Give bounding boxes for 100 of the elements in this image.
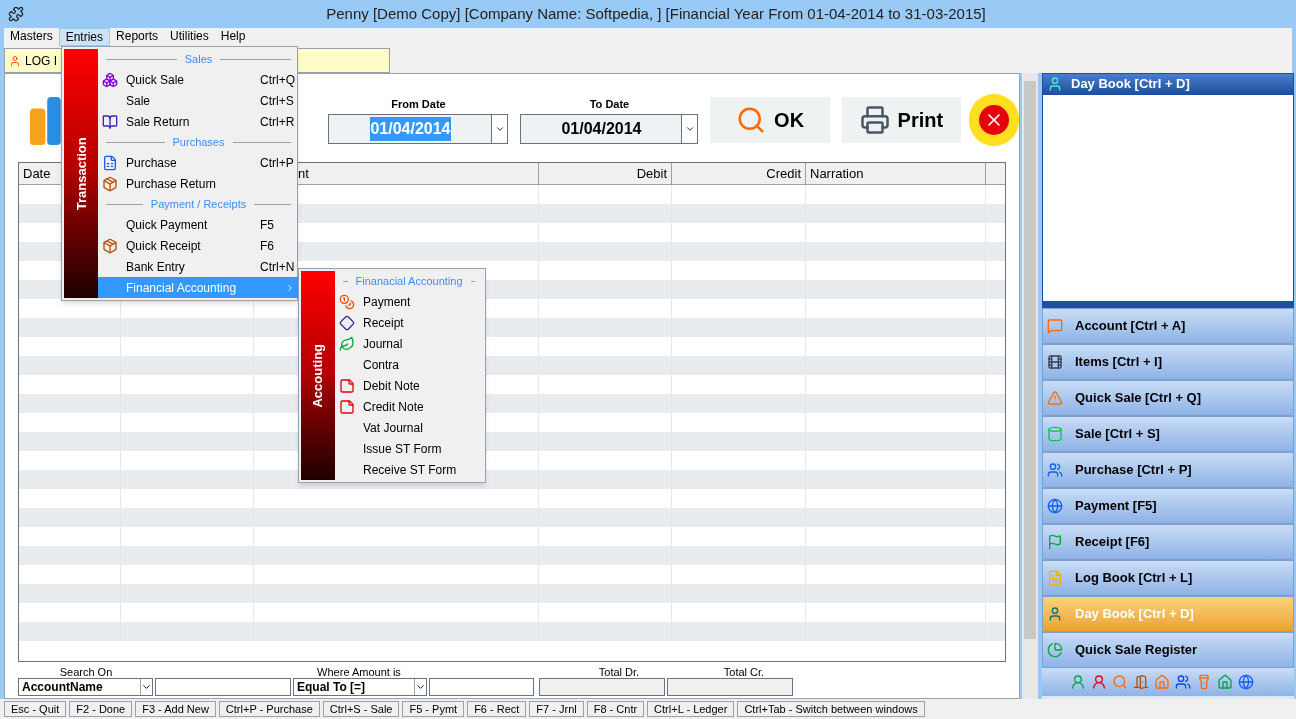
person-icon [1047, 606, 1063, 622]
status-bar-item: F2 - Done [69, 701, 133, 717]
status-bar-item: F3 - Add New [135, 701, 216, 717]
nav-button[interactable]: Quick Sale Register [1042, 632, 1294, 668]
date-value: 01/04/2014 [561, 119, 642, 140]
pie-chart-icon [1047, 642, 1063, 658]
tab[interactable]: LOG I [4, 48, 61, 73]
book-icon [102, 113, 118, 130]
menu-item[interactable]: Contra [335, 354, 483, 375]
menu-item[interactable]: Quick Receipt F6 [98, 235, 299, 256]
person-icon [1047, 76, 1063, 92]
dropdown-field[interactable]: AccountName [18, 678, 153, 696]
menu-item[interactable]: Purchase Ctrl+P [98, 152, 299, 173]
nav-button[interactable]: Quick Sale [Ctrl + Q] [1042, 380, 1294, 416]
ok-button[interactable]: OK [710, 97, 830, 143]
people-icon [1047, 462, 1063, 478]
person-icon[interactable] [1091, 674, 1107, 690]
nav-button[interactable]: Log Book [Ctrl + L] [1042, 560, 1294, 596]
menu-item[interactable]: Receive ST Form [335, 459, 483, 480]
window-title: Penny [Demo Copy] [Company Name: Softpedia, ] [Financial Year From 01-04-2014 to 31-03-2015] [325, 3, 987, 24]
menu-item[interactable]: Purchase Return [98, 173, 299, 194]
menu-section-heading: Finanacial Accounting [355, 273, 463, 289]
menu-item[interactable]: Bank Entry Ctrl+N [98, 256, 299, 277]
door-icon[interactable] [1133, 674, 1149, 690]
menu-item[interactable]: Quick Payment F5 [98, 214, 299, 235]
menu-item[interactable]: Quick Sale Ctrl+Q [98, 69, 299, 90]
note-icon [339, 377, 355, 394]
status-bar-item: Ctrl+Tab - Switch between windows [737, 701, 925, 717]
menu-item[interactable]: Debit Note [335, 375, 483, 396]
flag-icon [1047, 534, 1063, 550]
column-header: Date [23, 164, 51, 183]
menu-item[interactable]: Vat Journal [335, 417, 483, 438]
menu-item[interactable]: Entries [58, 28, 111, 46]
blocks-icon [102, 71, 118, 88]
coin-icon [339, 293, 355, 310]
nav-button[interactable]: Account [Ctrl + A] [1042, 308, 1294, 344]
app-icon [8, 6, 24, 22]
nav-button[interactable]: Sale [Ctrl + S] [1042, 416, 1294, 452]
menu-item[interactable]: Credit Note [335, 396, 483, 417]
field-label: From Date [391, 96, 446, 112]
menu-item[interactable]: Sale Return Ctrl+R [98, 111, 299, 132]
menu-item[interactable]: Receipt [335, 312, 483, 333]
field-label: To Date [589, 96, 630, 112]
document-icon [102, 154, 118, 171]
scrollbar[interactable] [1022, 73, 1038, 699]
close-button[interactable] [969, 94, 1019, 146]
cylinder-icon [1047, 426, 1063, 442]
nav-button[interactable]: Receipt [F6] [1042, 524, 1294, 560]
menu-side-band: Accouting [301, 271, 335, 480]
status-bar-item: F6 - Rect [467, 701, 527, 717]
menu-item[interactable]: Issue ST Form [335, 438, 483, 459]
status-bar-item: Ctrl+P - Purchase [218, 701, 320, 717]
search-field[interactable] [155, 678, 291, 696]
date-field[interactable]: 01/04/2014 [520, 114, 699, 145]
document-icon [1047, 570, 1063, 586]
speech-bubble-icon [1047, 318, 1063, 334]
panel-header: Day Book [Ctrl + D] [1042, 73, 1294, 95]
caret-icon [140, 679, 152, 695]
nav-button[interactable]: Purchase [Ctrl + P] [1042, 452, 1294, 488]
menu-item[interactable]: Payment [335, 291, 483, 312]
menu-item[interactable]: Utilities [164, 28, 215, 46]
globe-icon[interactable] [1238, 674, 1254, 690]
person-icon[interactable] [1070, 674, 1086, 690]
globe-icon [1047, 498, 1063, 514]
menu-item[interactable]: Help [214, 28, 252, 46]
person-icon [9, 54, 21, 67]
printer-icon [859, 105, 890, 135]
diamond-icon [339, 314, 355, 331]
nav-button[interactable]: Items [Ctrl + I] [1042, 344, 1294, 380]
house-icon[interactable] [1217, 674, 1233, 690]
house-icon[interactable] [1154, 674, 1170, 690]
flashlight-icon[interactable] [1196, 674, 1212, 690]
menu-item[interactable]: Reports [110, 28, 165, 46]
dropdown-button[interactable] [681, 115, 698, 144]
dropdown-field[interactable]: Equal To [=] [293, 678, 427, 696]
search-icon[interactable] [1112, 674, 1128, 690]
menu-section-heading: Payment / Receipts [150, 196, 247, 212]
box-icon [102, 175, 118, 192]
date-value: 01/04/2014 [370, 117, 451, 142]
field-label: Total Dr. [597, 665, 641, 677]
amount-field[interactable] [429, 678, 534, 696]
status-bar-item: Esc - Quit [4, 701, 67, 717]
dropdown-button[interactable] [491, 115, 508, 144]
menu-item[interactable]: Sale Ctrl+S [98, 90, 299, 111]
status-bar-item: F7 - Jrnl [529, 701, 584, 717]
nav-button[interactable]: Payment [F5] [1042, 488, 1294, 524]
status-bar-item: Ctrl+L - Ledger [647, 701, 735, 717]
menu-section-heading: Sales [184, 51, 213, 67]
print-button[interactable]: Print [841, 97, 961, 143]
menu-item[interactable]: Masters [4, 28, 59, 46]
status-bar-item: F8 - Cntr [586, 701, 645, 717]
menu-item[interactable]: Journal [335, 333, 483, 354]
field-label: Search On [58, 665, 114, 677]
column-header: Credit [766, 164, 801, 183]
note-icon [339, 398, 355, 415]
caret-icon [414, 679, 426, 695]
field-label: Where Amount is [316, 665, 402, 677]
film-reel-icon [1047, 354, 1063, 370]
people-icon[interactable] [1175, 674, 1191, 690]
search-icon [736, 105, 767, 135]
